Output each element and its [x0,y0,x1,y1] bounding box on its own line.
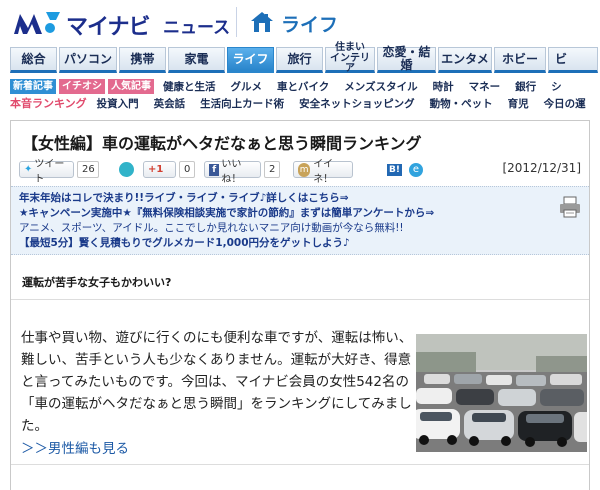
honne-ranking-link[interactable]: 本音ランキング [10,95,87,111]
main-nav: 総合 パソコン 携帯 家電 ライフ 旅行 住まい インテリア 恋愛・結婚 エンタ… [10,43,600,74]
mynavi-logo-icon[interactable] [12,8,62,36]
social-bar: ✦ ツイート 26 +1 0 f いいね！ 2 m イイネ！ B! e [201… [19,159,581,185]
sub-link-car[interactable]: 車とバイク [277,79,329,94]
like-count: 2 [264,161,280,178]
article-box: 【女性編】車の運転がヘタだなぁと思う瞬間ランキング ✦ ツイート 26 +1 0… [10,120,590,490]
sub-link-bank[interactable]: 銀行 [515,79,536,94]
featured-badge[interactable]: イチオシ [59,78,105,94]
bottom-divider [11,464,589,465]
promo-link-1[interactable]: 年末年始はコレで決まり!!ライブ・ライブ・ライブ♪詳しくはこちら⇒ [19,191,581,206]
sub-link-mens-style[interactable]: メンズスタイル [344,79,417,94]
nav-tab-business[interactable]: ビ [548,47,598,73]
mixi-icon: m [298,162,311,177]
logo-news-text[interactable]: ニュース [163,13,230,38]
male-edition-link[interactable]: ＞＞男性編も見る [21,437,129,457]
article-date: [2012/12/31] [502,161,581,175]
sub-link-investment[interactable]: 投資入門 [97,96,139,111]
sub-link-watch[interactable]: 時計 [433,79,454,94]
tweet-button[interactable]: ✦ ツイート [19,159,74,185]
sub-nav: 新着記事 イチオシ 人気記事 健康と生活 グルメ 車とバイク メンズスタイル 時… [10,78,600,112]
promo-link-2[interactable]: ★キャンペーン実施中★『無料保険相談実施で家計の節約』まずは簡単アンケートから⇒ [19,206,581,221]
promo-link-3[interactable]: アニメ、スポーツ、アイドル。ここでしか見れないマニア向け動画が今なら無料!! [19,221,581,236]
logo-text[interactable]: マイナビ [66,9,151,41]
nav-tab-life[interactable]: ライフ [227,47,274,73]
header-divider [236,7,237,37]
iine-label: イイネ！ [313,158,334,185]
popular-badge[interactable]: 人気記事 [108,78,154,94]
article-body: 仕事や買い物、遊びに行くのにも便利な車ですが、運転は怖い、難しい、苦手という人も… [21,330,413,434]
promo-box: 年末年始はコレで決まり!!ライブ・ライブ・ライブ♪詳しくはこちら⇒ ★キャンペー… [11,186,589,255]
sub-link-money[interactable]: マネー [469,79,501,94]
nav-tab-travel[interactable]: 旅行 [276,47,323,73]
sub-link-gourmet[interactable]: グルメ [231,79,263,94]
new-articles-badge[interactable]: 新着記事 [10,78,56,94]
nav-tab-sogo[interactable]: 総合 [10,47,57,73]
house-icon [251,12,273,32]
site-header: マイナビ ニュース ライフ [0,0,600,44]
evernote-icon[interactable]: e [409,163,423,177]
tweet-label: ツイート [34,158,65,185]
article-title: 【女性編】車の運転がヘタだなぁと思う瞬間ランキング [22,134,422,153]
mixi-iine-button[interactable]: m イイネ！ [293,159,353,185]
sub-link-childcare[interactable]: 育児 [508,96,529,111]
section-title[interactable]: ライフ [281,10,338,37]
nav-tab-appliance[interactable]: 家電 [168,47,225,73]
printer-icon[interactable] [558,195,582,219]
nav-tab-mobile[interactable]: 携帯 [119,47,166,73]
sub-link-net-shopping[interactable]: 安全ネットショッピング [299,96,415,111]
promo-link-4[interactable]: 【最短5分】賢く見積もりでグルメカード1,000円分をゲットしよう♪ [19,236,581,251]
parking-lot-photo [416,334,587,452]
nav-tab-pc[interactable]: パソコン [59,47,117,73]
divider [11,299,589,300]
share-icon[interactable] [119,162,134,177]
sub-link-cut-1[interactable]: シ [551,79,562,94]
hatena-bookmark-icon[interactable]: B! [387,164,402,176]
tweet-count: 26 [77,161,99,178]
sub-nav-row-1: 新着記事 イチオシ 人気記事 健康と生活 グルメ 車とバイク メンズスタイル 時… [10,78,600,94]
sub-link-fortune[interactable]: 今日の運 [544,96,586,111]
nav-tab-hobby[interactable]: ホビー [494,47,546,73]
sub-link-english[interactable]: 英会話 [154,96,186,111]
facebook-like-button[interactable]: f いいね！ [204,159,261,185]
sub-link-health[interactable]: 健康と生活 [163,79,216,94]
like-label: いいね！ [221,158,242,185]
article-lead: 運転が苦手な女子もかわいい? [22,276,172,289]
facebook-icon: f [209,163,220,176]
gplus-count: 0 [179,161,195,178]
sub-link-pets[interactable]: 動物・ペット [430,96,493,111]
twitter-bird-icon: ✦ [24,164,33,175]
gplus-label: +1 [148,164,164,175]
nav-tab-interior[interactable]: 住まい インテリア [325,43,375,74]
sub-nav-row-2: 本音ランキング 投資入門 英会話 生活向上カード術 安全ネットショッピング 動物… [10,95,600,111]
nav-tab-entertainment[interactable]: エンタメ [438,47,492,73]
gplus-button[interactable]: +1 [143,161,176,178]
sub-link-card[interactable]: 生活向上カード術 [200,96,284,111]
nav-tab-romance[interactable]: 恋愛・結婚 [377,46,436,73]
